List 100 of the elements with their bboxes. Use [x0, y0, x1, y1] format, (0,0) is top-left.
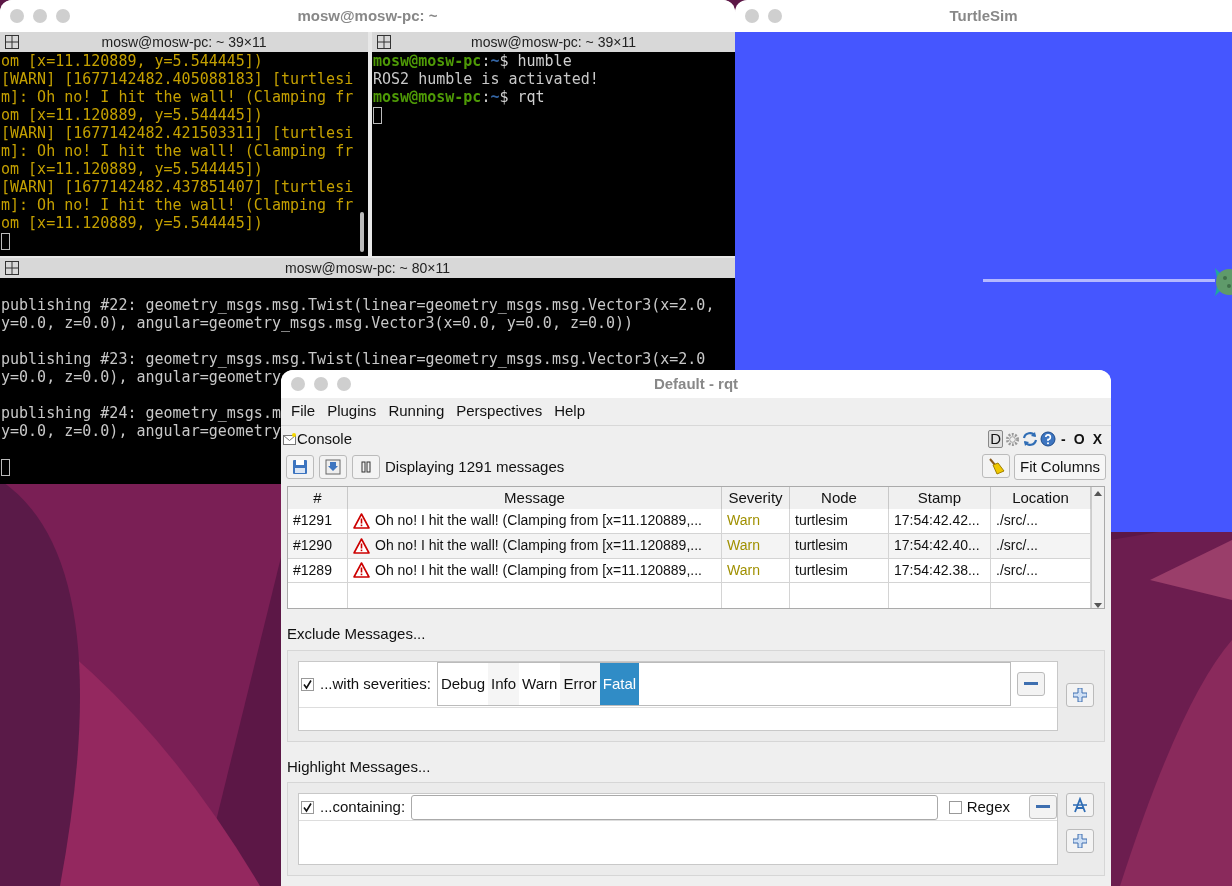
terminal-line: om [x=11.120889, y=5.544445])	[1, 106, 263, 124]
section-label: Highlight Messages...	[286, 756, 432, 777]
checkbox-label: Regex	[966, 796, 1010, 817]
remove-button[interactable]	[1017, 672, 1045, 696]
filter-label: ...with severities:	[320, 673, 431, 694]
fit-columns-button[interactable]: Fit Columns	[1013, 454, 1106, 480]
split-icon[interactable]	[5, 35, 19, 49]
split-icon[interactable]	[5, 261, 19, 275]
window-title: mosw@mosw-pc: ~	[297, 5, 438, 26]
message-cell: Oh no! I hit the wall! (Clamping from [x=11.120889,...	[348, 558, 722, 584]
pane-title: mosw@mosw-pc: ~ 39×11	[101, 32, 267, 52]
filter-label: ...containing:	[320, 796, 406, 817]
terminal-line: [WARN] [1677142482.421503311] [turtlesi	[1, 124, 354, 142]
menu-item[interactable]: Perspectives	[450, 400, 549, 423]
table-cell: turtlesim	[790, 533, 889, 559]
menu-item[interactable]: File	[285, 400, 322, 423]
menu-item[interactable]: Plugins	[321, 400, 383, 423]
broom-icon	[986, 457, 1005, 475]
terminal-line: y=0.0, z=0.0), angular=geometry	[1, 422, 281, 440]
plugin-button[interactable]: X	[1089, 428, 1105, 450]
text-cursor	[373, 106, 382, 124]
severity-option[interactable]: Info	[488, 663, 520, 705]
table-cell: #1291	[288, 509, 348, 534]
terminal-line: mosw@mosw-pc:~$ rqt	[373, 88, 545, 106]
severity-option[interactable]: Fatal	[599, 663, 640, 705]
terminal-line: publishing #22: geometry_msgs.msg.Twist(linear=geometry_msgs.msg.Vector3(x=2.0,	[1, 296, 715, 314]
down-arrow-icon[interactable]	[1094, 603, 1102, 608]
terminal-line: [WARN] [1677142482.405088183] [turtlesi	[1, 70, 354, 88]
save-button[interactable]	[286, 455, 314, 479]
checkbox[interactable]	[301, 677, 314, 691]
table-cell: turtlesim	[790, 558, 889, 584]
plugin-button[interactable]: -	[1058, 428, 1069, 450]
scrollbar[interactable]	[1091, 487, 1104, 608]
load-icon	[325, 459, 341, 475]
envelope-icon	[283, 433, 297, 445]
table-cell: 17:54:42.38...	[889, 558, 991, 584]
gear-icon[interactable]	[1005, 431, 1021, 447]
terminal-line: ROS2 humble is activated!	[373, 70, 599, 88]
terminal-line: publishing #24: geometry_msgs.m	[1, 404, 281, 422]
text-field[interactable]	[411, 794, 938, 820]
up-arrow-icon[interactable]	[1094, 491, 1102, 496]
table-row[interactable]: #1289 Oh no! I hit the wall! (Clamping from [x=11.120889,... Warn turtlesim 17:54:42.38... ./src/...	[288, 558, 1091, 584]
table-cell: #1289	[288, 558, 348, 584]
menu-item[interactable]: Help	[548, 400, 591, 423]
clear-button[interactable]	[981, 454, 1010, 478]
terminal-line: m]: Oh no! I hit the wall! (Clamping fr	[1, 196, 354, 214]
plus-icon	[1073, 834, 1087, 848]
terminal-line: om [x=11.120889, y=5.544445])	[1, 214, 263, 232]
message-cell: Oh no! I hit the wall! (Clamping from [x=11.120889,...	[348, 533, 722, 559]
plugin-button[interactable]: O	[1070, 428, 1088, 450]
pane-title: mosw@mosw-pc: ~ 80×11	[285, 258, 450, 278]
pane-title: mosw@mosw-pc: ~ 39×11	[471, 32, 636, 52]
terminal-line: publishing #23: geometry_msgs.msg.Twist(linear=geometry_msgs.msg.Vector3(x=2.0	[1, 350, 706, 368]
refresh-icon[interactable]	[1022, 431, 1039, 447]
menu-item[interactable]: Running	[382, 400, 451, 423]
severity-option[interactable]: Error	[560, 663, 600, 705]
load-button[interactable]	[319, 455, 347, 479]
terminal-line: y=0.0, z=0.0), angular=geometry	[1, 368, 281, 386]
table-cell: 17:54:42.42...	[889, 509, 991, 534]
table-row[interactable]: #1290 Oh no! I hit the wall! (Clamping from [x=11.120889,... Warn turtlesim 17:54:42.40... ./src/...	[288, 533, 1091, 559]
pause-icon	[361, 461, 371, 473]
pause-button[interactable]	[352, 455, 380, 479]
highlight-clear-button[interactable]	[1066, 793, 1094, 817]
help-icon[interactable]	[1040, 431, 1057, 447]
warning-icon	[353, 562, 370, 579]
table-cell: #1290	[288, 533, 348, 559]
window-title: Default - rqt	[653, 373, 739, 394]
table-row[interactable]: #1291 Oh no! I hit the wall! (Clamping from [x=11.120889,... Warn turtlesim 17:54:42.42... ./src/...	[288, 509, 1091, 534]
window-title: TurtleSim	[949, 5, 1018, 26]
add-button[interactable]	[1066, 682, 1094, 707]
table-cell: Warn	[722, 509, 790, 534]
scrollbar[interactable]	[360, 212, 364, 252]
checkbox[interactable]	[948, 800, 962, 814]
status-text: Displaying 1291 messages	[385, 456, 565, 477]
plugin-button[interactable]: D	[988, 430, 1004, 448]
plugin-title: Console	[297, 428, 353, 449]
plus-icon	[1073, 687, 1087, 702]
minus-icon	[1024, 682, 1038, 686]
terminal-line: m]: Oh no! I hit the wall! (Clamping fr	[1, 88, 354, 106]
save-icon	[292, 459, 308, 475]
table-cell: turtlesim	[790, 509, 889, 534]
message-cell: Oh no! I hit the wall! (Clamping from [x=11.120889,...	[348, 509, 722, 534]
split-icon[interactable]	[377, 35, 391, 49]
warning-icon	[353, 512, 370, 529]
terminal-line: y=0.0, z=0.0), angular=geometry_msgs.msg.Vector3(x=0.0, y=0.0, z=0.0))	[1, 314, 634, 332]
terminal-line: om [x=11.120889, y=5.544445])	[1, 160, 263, 178]
text-cursor	[1, 458, 10, 476]
table-cell: Warn	[722, 558, 790, 584]
terminal-line: [WARN] [1677142482.437851407] [turtlesi	[1, 178, 354, 196]
checkbox[interactable]	[301, 800, 314, 814]
table-cell: 17:54:42.40...	[889, 533, 991, 559]
terminal-line: m]: Oh no! I hit the wall! (Clamping fr	[1, 142, 354, 160]
table-cell: Warn	[722, 533, 790, 559]
warning-icon	[353, 537, 370, 554]
minus-icon	[1036, 805, 1050, 809]
section-label: Exclude Messages...	[286, 624, 427, 644]
text-cursor	[1, 232, 10, 250]
remove-button[interactable]	[1029, 795, 1057, 819]
add-button[interactable]	[1066, 829, 1094, 853]
terminal-line: mosw@mosw-pc:~$ humble	[373, 52, 572, 70]
